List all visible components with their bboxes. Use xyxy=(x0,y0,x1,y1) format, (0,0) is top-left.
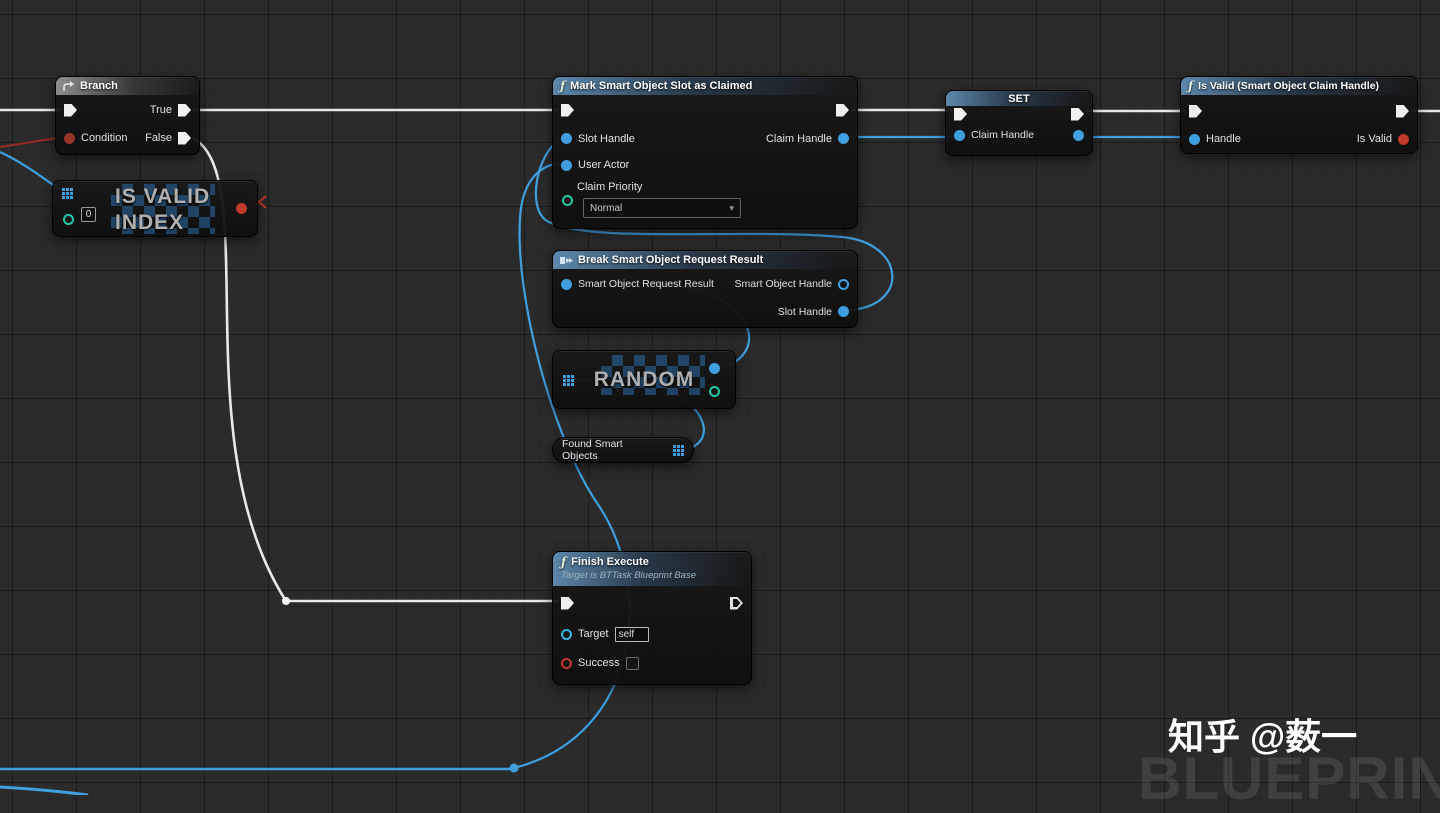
index-pin[interactable] xyxy=(63,214,74,225)
claim-priority-dropdown[interactable]: Normal ▾ xyxy=(583,198,741,218)
index-default-value: 0 xyxy=(85,209,92,220)
node-set-claim-handle[interactable]: SET Claim Handle xyxy=(945,90,1093,156)
claim-handle-pin[interactable] xyxy=(838,133,849,144)
node-branch-titlebar[interactable]: Branch xyxy=(56,77,199,95)
node-subtitle: Target is BTTask Blueprint Base xyxy=(561,570,697,581)
pin-label-false: False xyxy=(145,132,172,144)
exec-in-pin[interactable] xyxy=(64,103,77,117)
exec-true-pin[interactable] xyxy=(178,103,191,117)
array-output-pin[interactable] xyxy=(673,444,684,456)
condition-pin[interactable] xyxy=(64,132,75,144)
pin-label-handle: Handle xyxy=(1206,133,1241,145)
data-wire-edge-to-array[interactable] xyxy=(0,150,61,191)
pin-label-slot-handle: Slot Handle xyxy=(578,132,635,145)
pin-label-request-result: Smart Object Request Result xyxy=(578,278,714,290)
index-default-box[interactable]: 0 xyxy=(81,207,96,222)
claim-priority-selected: Normal xyxy=(590,202,623,214)
node-title: SET xyxy=(1008,92,1030,105)
node-mark-smart-object[interactable]: ƒ Mark Smart Object Slot as Claimed Slot… xyxy=(552,76,858,229)
node-title: Branch xyxy=(80,80,118,92)
user-actor-pin[interactable] xyxy=(561,159,572,171)
success-pin[interactable] xyxy=(561,657,572,669)
value-out-pin[interactable] xyxy=(1073,129,1084,141)
node-title: Break Smart Object Request Result xyxy=(578,254,764,266)
exec-out-pin[interactable] xyxy=(1396,104,1409,118)
success-checkbox[interactable] xyxy=(625,656,639,670)
node-isvalid-titlebar[interactable]: ƒ Is Valid (Smart Object Claim Handle) xyxy=(1181,77,1417,95)
pin-label-is-valid: Is Valid xyxy=(1356,133,1392,145)
node-random[interactable]: RANDOM xyxy=(552,350,736,409)
node-title: RANDOM xyxy=(593,368,695,391)
data-wire-condition[interactable] xyxy=(0,136,58,149)
handle-pin[interactable] xyxy=(1189,133,1200,145)
node-title: IS VALID INDEX xyxy=(115,185,211,234)
chevron-down-icon: ▾ xyxy=(729,202,734,213)
node-mark-titlebar[interactable]: ƒ Mark Smart Object Slot as Claimed xyxy=(553,77,857,95)
node-finish-execute[interactable]: ƒ Finish Execute Target is BTTask Bluepr… xyxy=(552,551,752,685)
node-branch[interactable]: Branch True Condition False xyxy=(55,76,200,155)
pin-label-user-actor: User Actor xyxy=(578,159,630,171)
node-title: Finish Execute xyxy=(571,556,649,568)
blueprint-graph-canvas[interactable]: { "colors": { "exec_wire": "#e8e8e8", "d… xyxy=(0,0,1440,812)
target-pin[interactable] xyxy=(561,628,572,640)
pin-label-target: Target xyxy=(578,628,609,640)
data-wire-corner-stub[interactable] xyxy=(0,785,89,795)
result-pin[interactable] xyxy=(236,203,247,214)
pin-label-smart-object-handle: Smart Object Handle xyxy=(734,278,832,290)
node-finish-titlebar[interactable]: ƒ Finish Execute Target is BTTask Bluepr… xyxy=(553,552,751,586)
reroute-dot-white[interactable] xyxy=(282,597,290,605)
exec-out-pin[interactable] xyxy=(836,103,849,117)
node-is-valid-claim-handle[interactable]: ƒ Is Valid (Smart Object Claim Handle) H… xyxy=(1180,76,1418,154)
node-title: Is Valid (Smart Object Claim Handle) xyxy=(1198,80,1380,92)
exec-in-pin[interactable] xyxy=(561,596,574,610)
exec-in-pin[interactable] xyxy=(1189,104,1202,118)
exec-in-pin[interactable] xyxy=(954,107,967,121)
exec-false-pin[interactable] xyxy=(178,131,191,145)
branch-icon xyxy=(63,81,74,91)
function-icon: ƒ xyxy=(561,555,567,569)
smart-object-handle-pin[interactable] xyxy=(838,278,849,290)
node-found-smart-objects[interactable]: Found Smart Objects xyxy=(552,437,694,463)
exec-in-pin[interactable] xyxy=(561,103,574,117)
pin-label-success: Success xyxy=(578,657,620,669)
variable-name: Found Smart Objects xyxy=(562,438,623,462)
function-icon: ƒ xyxy=(1188,79,1194,93)
function-icon: ƒ xyxy=(560,79,566,93)
slot-handle-out-pin[interactable] xyxy=(838,306,849,317)
break-struct-icon xyxy=(560,256,573,264)
claim-handle-in-pin[interactable] xyxy=(954,129,965,141)
target-input[interactable] xyxy=(614,626,649,642)
pin-label-slot-handle: Slot Handle xyxy=(777,305,832,318)
node-title: Mark Smart Object Slot as Claimed xyxy=(570,80,753,92)
pin-label-condition: Condition xyxy=(81,132,128,144)
node-set-titlebar[interactable]: SET xyxy=(946,91,1092,106)
claim-priority-pin[interactable] xyxy=(562,195,573,206)
node-break-request-result[interactable]: Break Smart Object Request Result Smart … xyxy=(552,250,858,328)
pin-label-claim-handle: Claim Handle xyxy=(765,132,832,145)
array-input-pin[interactable] xyxy=(62,188,73,199)
blueprint-watermark: BLUEPRINT xyxy=(1138,745,1440,812)
is-valid-pin[interactable] xyxy=(1398,133,1409,145)
pin-label-claim-priority: Claim Priority xyxy=(577,181,643,193)
pin-label-true: True xyxy=(149,104,172,116)
slot-handle-pin[interactable] xyxy=(561,133,572,144)
exec-out-pin[interactable] xyxy=(1071,107,1084,121)
exec-out-pin[interactable] xyxy=(730,596,743,610)
node-break-titlebar[interactable]: Break Smart Object Request Result xyxy=(553,251,857,269)
node-is-valid-index[interactable]: 0 IS VALID INDEX xyxy=(52,180,258,237)
pin-label-claim-handle: Claim Handle xyxy=(971,129,1035,141)
request-result-in-pin[interactable] xyxy=(561,278,572,290)
